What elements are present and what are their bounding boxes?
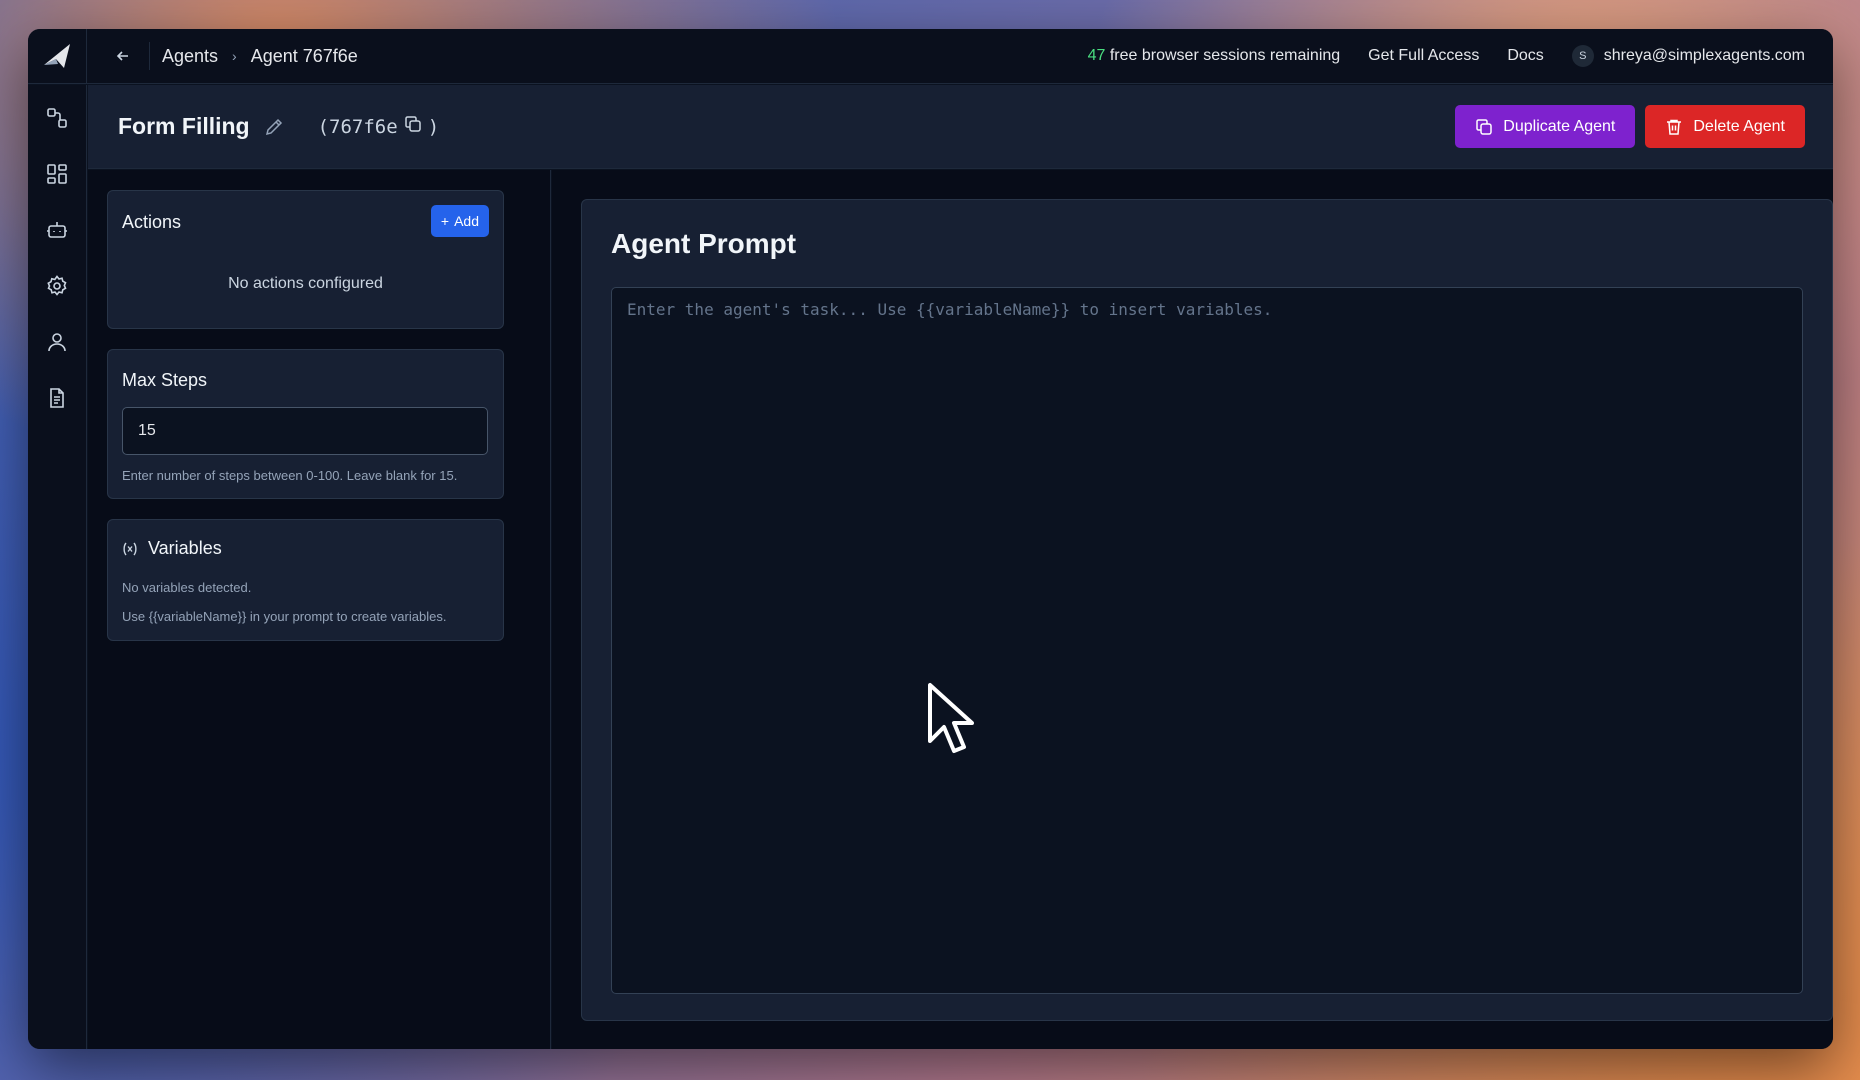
bot-icon[interactable] — [44, 217, 70, 243]
max-steps-input[interactable]: 15 — [122, 407, 488, 455]
app-window: Agents › Agent 767f6e 47 free browser se… — [28, 29, 1833, 1049]
back-button[interactable] — [107, 40, 139, 72]
docs-link[interactable]: Docs — [1507, 47, 1543, 65]
variables-card: Variables No variables detected. Use {{v… — [107, 519, 504, 641]
max-steps-hint: Enter number of steps between 0-100. Lea… — [122, 468, 458, 483]
user-menu[interactable]: S shreya@simplexagents.com — [1571, 45, 1805, 67]
duplicate-agent-label: Duplicate Agent — [1503, 117, 1616, 135]
delete-agent-button[interactable]: Delete Agent — [1645, 105, 1805, 148]
arrow-left-icon — [116, 51, 128, 61]
duplicate-icon — [1476, 118, 1493, 135]
breadcrumb-agents[interactable]: Agents — [162, 46, 218, 67]
logo[interactable] — [28, 29, 87, 84]
agent-id-close: ) — [427, 115, 440, 138]
duplicate-agent-button[interactable]: Duplicate Agent — [1455, 105, 1636, 148]
max-steps-card: Max Steps 15 Enter number of steps betwe… — [107, 349, 504, 499]
get-full-access-link[interactable]: Get Full Access — [1368, 47, 1479, 65]
variables-hint: Use {{variableName}} in your prompt to c… — [122, 609, 447, 624]
agent-header: Form Filling (767f6e ) Duplicate Agent D… — [88, 85, 1833, 169]
user-email: shreya@simplexagents.com — [1603, 47, 1805, 64]
breadcrumb-current-agent: Agent 767f6e — [250, 45, 358, 66]
actions-title: Actions — [122, 212, 182, 232]
agent-prompt-title: Agent Prompt — [611, 228, 797, 259]
add-action-label: Add — [454, 213, 479, 229]
trash-icon — [1667, 119, 1682, 135]
chevron-right-icon: › — [232, 48, 237, 64]
sidebar-rail — [28, 85, 87, 1049]
agent-prompt-card: Agent Prompt Enter the agent's task... U… — [581, 199, 1833, 1021]
agent-id-text: (767f6e — [317, 115, 398, 138]
workflow-icon[interactable] — [44, 105, 70, 131]
delete-agent-label: Delete Agent — [1693, 117, 1785, 135]
add-action-button[interactable]: + Add — [430, 205, 489, 237]
header-actions: Duplicate Agent Delete Agent — [1455, 105, 1833, 148]
pencil-icon[interactable] — [264, 117, 284, 137]
copy-icon[interactable] — [404, 115, 422, 138]
plus-icon: + — [440, 213, 450, 229]
actions-card: Actions + Add No actions configured — [107, 190, 504, 329]
variable-icon — [123, 542, 137, 555]
settings-icon[interactable] — [44, 273, 70, 299]
agent-id: (767f6e ) — [318, 115, 440, 138]
divider — [149, 42, 150, 70]
sessions-text: free browser sessions remaining — [1109, 47, 1341, 64]
document-icon[interactable] — [44, 385, 70, 411]
config-sidebar: Actions + Add No actions configured Max … — [88, 170, 551, 1049]
dashboard-icon[interactable] — [44, 161, 70, 187]
agent-prompt-textarea[interactable]: Enter the agent's task... Use {{variable… — [611, 287, 1803, 994]
logo-icon — [44, 44, 70, 68]
variables-header: Variables — [122, 538, 222, 559]
agent-name: Form Filling — [118, 113, 250, 139]
mouse-cursor-icon — [928, 683, 974, 753]
variables-title: Variables — [148, 538, 222, 558]
max-steps-title: Max Steps — [122, 370, 208, 390]
user-icon[interactable] — [44, 329, 70, 355]
top-bar: Agents › Agent 767f6e 47 free browser se… — [28, 29, 1833, 84]
sessions-remaining: 47 free browser sessions remaining — [1088, 47, 1341, 65]
topbar-right: 47 free browser sessions remaining Get F… — [1088, 45, 1833, 67]
prompt-panel: Agent Prompt Enter the agent's task... U… — [552, 170, 1833, 1049]
actions-empty-text: No actions configured — [228, 275, 383, 292]
variables-empty-text: No variables detected. — [122, 580, 252, 595]
sessions-count: 47 — [1087, 47, 1106, 64]
avatar: S — [1571, 45, 1594, 67]
